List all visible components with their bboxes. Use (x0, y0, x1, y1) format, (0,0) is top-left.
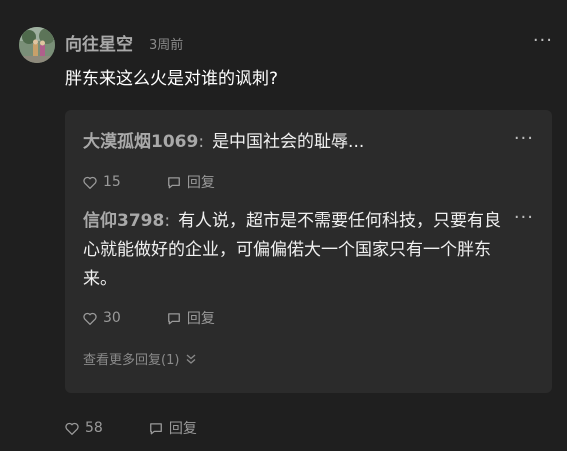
like-button[interactable]: 15 (83, 174, 121, 190)
like-count: 58 (85, 420, 103, 436)
reply-label: 回复 (168, 421, 197, 437)
heart-icon (83, 312, 97, 325)
more-icon[interactable]: ··· (533, 30, 553, 51)
reply-text-line: 信仰3798: 有人说，超市是不需要任何科技，只要有良心就能做好的企业，可偏偏偌大… (83, 207, 536, 294)
comment-icon (167, 176, 180, 188)
reply-button[interactable]: 回复 (167, 172, 215, 192)
reply-content: 是中国社会的耻辱... (212, 132, 365, 152)
reply-label: 回复 (186, 175, 215, 191)
reply-colon: : (198, 132, 205, 152)
reply-item: 大漠孤烟1069: 是中国社会的耻辱... ··· 15 回复 (83, 128, 536, 191)
like-count: 15 (103, 174, 121, 190)
reply-button[interactable]: 回复 (167, 308, 215, 328)
avatar[interactable] (19, 27, 55, 63)
reply-text-line: 大漠孤烟1069: 是中国社会的耻辱... (83, 128, 536, 157)
author-name[interactable]: 向往星空 (65, 30, 133, 55)
comment-time: 3周前 (149, 38, 184, 53)
reply-item: 信仰3798: 有人说，超市是不需要任何科技，只要有良心就能做好的企业，可偏偏偌大… (83, 207, 536, 327)
reply-actions: 30 回复 (83, 308, 261, 328)
heart-icon (83, 176, 97, 189)
like-button[interactable]: 30 (83, 310, 121, 326)
comment-actions: 58 回复 (65, 418, 243, 438)
replies-panel: 大漠孤烟1069: 是中国社会的耻辱... ··· 15 回复 信仰3798: 有人… (65, 110, 552, 393)
reply-colon: : (164, 211, 171, 231)
more-icon[interactable]: ··· (514, 207, 534, 228)
comment-icon (167, 312, 180, 324)
like-count: 30 (103, 310, 121, 326)
comment-content: 胖东来这么火是对谁的讽刺? (65, 69, 279, 89)
more-icon[interactable]: ··· (514, 128, 534, 149)
view-more-replies-button[interactable]: 查看更多回复(1) (83, 349, 197, 368)
reply-username[interactable]: 信仰3798 (83, 211, 164, 231)
view-more-label: 查看更多回复(1) (83, 353, 180, 368)
comment-icon (149, 422, 162, 434)
reply-button[interactable]: 回复 (149, 418, 197, 438)
chevron-down-icon (186, 354, 196, 364)
reply-label: 回复 (186, 311, 215, 327)
reply-username[interactable]: 大漠孤烟1069 (83, 132, 198, 152)
reply-actions: 15 回复 (83, 172, 261, 192)
heart-icon (65, 422, 79, 435)
like-button[interactable]: 58 (65, 420, 103, 436)
